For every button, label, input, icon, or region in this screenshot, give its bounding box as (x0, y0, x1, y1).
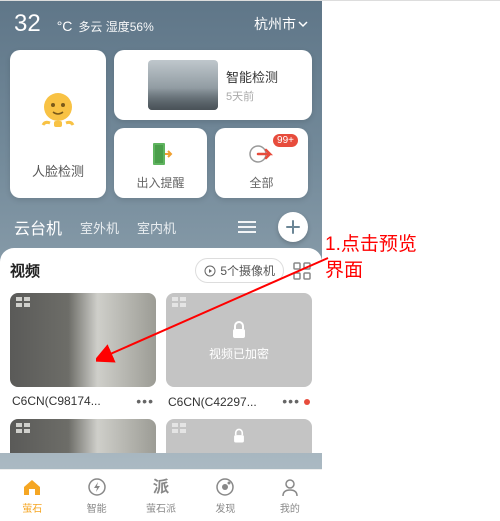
camera-thumb-1 (10, 293, 156, 387)
in-out-card[interactable]: 出入提醒 (114, 128, 207, 198)
weather-left[interactable]: 32 °C 多云 湿度56% (14, 10, 154, 38)
video-section: 视频 5个摄像机 C6CN(C98174... ••• (0, 248, 322, 453)
nav-mine-label: 我的 (280, 500, 300, 515)
camera-card-2[interactable]: 视频已加密 C6CN(C42297... ••• (166, 293, 312, 415)
all-card[interactable]: 99+ 全部 (215, 128, 308, 198)
city-selector[interactable]: 杭州市 (254, 14, 308, 34)
svg-text:派: 派 (153, 478, 170, 496)
smart-detect-thumb (148, 60, 218, 110)
lock-icon (230, 427, 248, 445)
discover-icon (214, 476, 236, 498)
ezviz-logo-icon (16, 423, 30, 433)
app-screen: 32 °C 多云 湿度56% 杭州市 人脸检测 (0, 0, 322, 521)
home-icon (21, 476, 43, 498)
city-name: 杭州市 (254, 14, 296, 34)
in-out-label: 出入提醒 (136, 174, 184, 191)
plus-icon (285, 219, 301, 235)
smart-detect-sub: 5天前 (226, 88, 278, 104)
nav-pai[interactable]: 派 萤石派 (129, 470, 193, 521)
tab-outdoor[interactable]: 室外机 (80, 218, 119, 237)
lock-icon (228, 319, 250, 341)
camera-menu-1[interactable]: ••• (136, 393, 154, 409)
all-label: 全部 (249, 174, 273, 191)
camera-thumb-3[interactable] (10, 419, 156, 453)
annotation-line1: 1.点击预览 (325, 232, 417, 258)
device-tabs: 云台机 室外机 室内机 (0, 208, 322, 248)
nav-home-label: 萤石 (22, 500, 42, 515)
ezviz-logo-icon (16, 297, 30, 307)
camera-thumb-2: 视频已加密 (166, 293, 312, 387)
chevron-down-icon (298, 19, 308, 29)
tab-ptz[interactable]: 云台机 (14, 215, 62, 239)
nav-mine[interactable]: 我的 (258, 470, 322, 521)
camera-name-2: C6CN(C42297... (168, 395, 257, 409)
annotation-line2: 界面 (325, 258, 417, 284)
all-arrow-icon (248, 140, 276, 168)
add-device-button[interactable] (278, 212, 308, 242)
ezviz-logo-icon (172, 297, 186, 307)
nav-pai-label: 萤石派 (146, 500, 176, 515)
face-icon (35, 87, 81, 133)
tab-indoor[interactable]: 室内机 (137, 218, 176, 237)
face-detect-card[interactable]: 人脸检测 (10, 50, 106, 198)
smart-detect-card[interactable]: 智能检测 5天前 (114, 50, 312, 120)
temp-unit: °C (57, 18, 73, 34)
camera-count-pill[interactable]: 5个摄像机 (195, 258, 284, 283)
weather-condition: 多云 湿度56% (78, 18, 153, 35)
door-icon (147, 140, 175, 168)
camera-menu-2[interactable]: ••• (282, 393, 310, 411)
pai-icon: 派 (150, 476, 172, 498)
camera-card-1[interactable]: C6CN(C98174... ••• (10, 293, 156, 415)
temperature: 32 (14, 10, 41, 38)
play-icon (204, 265, 216, 277)
nav-discover[interactable]: 发现 (193, 470, 257, 521)
ezviz-logo-icon (172, 423, 186, 433)
grid-view-icon[interactable] (292, 261, 312, 281)
lightning-icon (86, 476, 108, 498)
annotation-text: 1.点击预览 界面 (325, 232, 417, 283)
bottom-nav: 萤石 智能 派 萤石派 发现 我的 (0, 469, 322, 521)
nav-smart-label: 智能 (87, 500, 107, 515)
encrypted-label: 视频已加密 (209, 345, 269, 362)
nav-discover-label: 发现 (215, 500, 235, 515)
nav-smart[interactable]: 智能 (64, 470, 128, 521)
badge-count: 99+ (273, 134, 298, 147)
menu-icon[interactable] (234, 214, 260, 240)
camera-count: 5个摄像机 (220, 262, 275, 279)
person-icon (279, 476, 301, 498)
camera-name-1: C6CN(C98174... (12, 394, 101, 408)
camera-thumb-4[interactable] (166, 419, 312, 453)
weather-row: 32 °C 多云 湿度56% 杭州市 (0, 0, 322, 44)
nav-home[interactable]: 萤石 (0, 470, 64, 521)
smart-detect-title: 智能检测 (226, 67, 278, 86)
video-title: 视频 (10, 260, 187, 281)
feature-cards: 人脸检测 智能检测 5天前 (0, 44, 322, 208)
face-detect-label: 人脸检测 (32, 161, 84, 180)
